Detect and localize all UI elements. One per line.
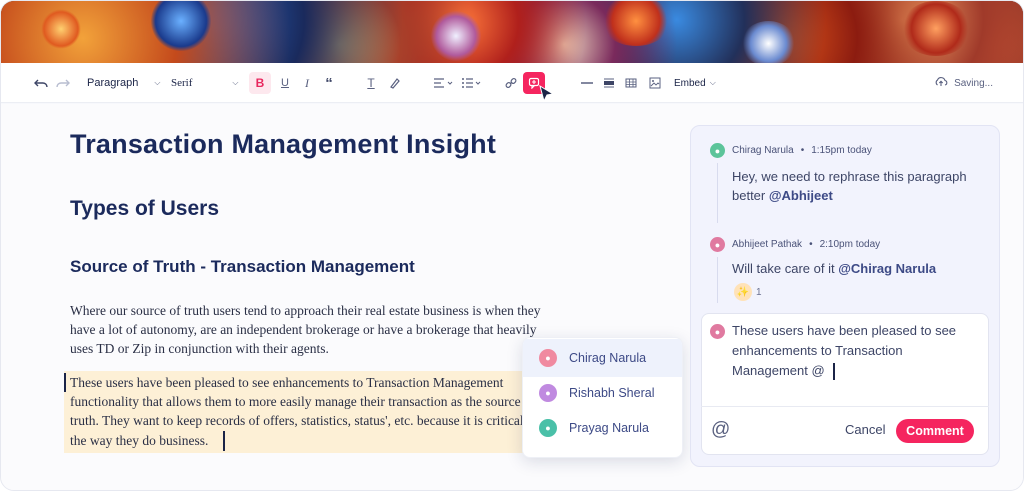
block-icon (599, 73, 619, 93)
table-button[interactable] (621, 63, 641, 103)
list-icon (457, 73, 487, 93)
pen-icon (385, 73, 405, 93)
mention-name: Chirag Narula (569, 351, 647, 365)
heading-types-of-users[interactable]: Types of Users (70, 197, 219, 221)
image-icon (645, 73, 665, 93)
divider (701, 406, 989, 407)
comment-time: 1:15pm today (811, 145, 872, 156)
text-format-icon: T (367, 76, 375, 90)
bullet-separator: • (800, 145, 805, 156)
paragraph-style-select[interactable]: Paragraph ⌵ (87, 63, 160, 103)
text-cursor (223, 431, 225, 451)
list-button[interactable] (457, 63, 487, 103)
selection-start-marker (64, 373, 66, 392)
mention-suggestions: ● Chirag Narula ● Rishabh Sheral ● Praya… (522, 337, 683, 458)
at-mention-icon[interactable]: @ (711, 419, 730, 441)
font-family-value: Serif (171, 77, 193, 89)
link-button[interactable] (501, 63, 521, 103)
mention-item-chirag[interactable]: ● Chirag Narula (523, 339, 682, 377)
redo-button[interactable] (53, 63, 73, 103)
comment-body: Hey, we need to rephrase this paragraph … (732, 167, 987, 205)
italic-button[interactable]: I (297, 63, 317, 103)
text-cursor (833, 363, 835, 380)
mention-item-rishabh[interactable]: ● Rishabh Sheral (523, 374, 682, 412)
chevron-down-icon: ⌵ (709, 78, 716, 87)
save-status: Saving... (934, 63, 993, 103)
image-button[interactable] (645, 63, 665, 103)
cover-image (1, 1, 1023, 63)
thread-line (717, 257, 718, 303)
comment-text: Will take care of it (732, 261, 839, 276)
mouse-cursor-icon (539, 85, 555, 103)
font-family-select[interactable]: Serif ⌵ (171, 63, 238, 103)
thread-line (717, 163, 718, 223)
mention-tag[interactable]: @Chirag Narula (838, 261, 936, 276)
avatar: ● (539, 384, 557, 402)
bullet-separator: • (809, 239, 813, 250)
block-button[interactable] (599, 63, 619, 103)
horizontal-rule-icon (577, 73, 597, 93)
align-button[interactable] (429, 63, 459, 103)
underline-icon: U (281, 77, 289, 89)
align-left-icon (429, 73, 459, 93)
comment-header: ● Abhijeet Pathak • 2:10pm today (710, 237, 880, 252)
bold-icon: B (249, 72, 271, 94)
formatting-toolbar: Paragraph ⌵ Serif ⌵ B U I “ T Embed ⌵ (1, 63, 1023, 103)
heading-source-of-truth[interactable]: Source of Truth - Transaction Management (70, 257, 415, 277)
undo-icon (31, 73, 51, 93)
reply-input[interactable]: These users have been pleased to see enh… (732, 321, 982, 381)
paragraph-style-value: Paragraph (87, 77, 139, 89)
editor-window: Paragraph ⌵ Serif ⌵ B U I “ T Embed ⌵ Sa… (0, 0, 1024, 491)
reaction-badge[interactable]: ✨ 1 (734, 283, 762, 301)
embed-label: Embed (674, 77, 706, 89)
mention-name: Prayag Narula (569, 421, 649, 435)
mention-item-prayag[interactable]: ● Prayag Narula (523, 409, 682, 447)
avatar: ● (710, 143, 725, 158)
chevron-down-icon: ⌵ (232, 78, 239, 87)
comment-button[interactable]: Comment (896, 419, 974, 443)
table-icon (621, 73, 641, 93)
redo-icon (53, 73, 73, 93)
avatar: ● (539, 419, 557, 437)
avatar: ● (539, 349, 557, 367)
mention-name: Rishabh Sheral (569, 386, 655, 400)
text-format-button[interactable]: T (361, 63, 381, 103)
comment-time: 2:10pm today (819, 239, 881, 250)
divider-button[interactable] (577, 63, 597, 103)
raised-hands-icon: ✨ (734, 283, 752, 301)
comment-body: Will take care of it @Chirag Narula (732, 259, 987, 278)
comment-author: Abhijeet Pathak (732, 239, 803, 250)
underline-button[interactable]: U (275, 63, 295, 103)
cloud-upload-icon (934, 76, 948, 90)
highlighted-paragraph[interactable]: These users have been pleased to see enh… (70, 373, 540, 450)
quote-icon: “ (325, 74, 333, 92)
document-title[interactable]: Transaction Management Insight (70, 129, 496, 160)
avatar: ● (710, 324, 725, 339)
undo-button[interactable] (31, 63, 51, 103)
italic-icon: I (305, 75, 309, 90)
link-icon (501, 73, 521, 93)
cancel-button[interactable]: Cancel (845, 422, 885, 437)
bold-button[interactable]: B (249, 63, 271, 103)
embed-select[interactable]: Embed ⌵ (674, 63, 716, 103)
avatar: ● (710, 237, 725, 252)
saving-label: Saving... (954, 77, 993, 89)
comment-header: ● Chirag Narula • 1:15pm today (710, 143, 872, 158)
chevron-down-icon: ⌵ (154, 78, 161, 87)
mention-tag[interactable]: @Abhijeet (769, 188, 833, 203)
comment-text: Hey, we need to rephrase this paragraph … (732, 169, 967, 203)
highlight-pen-button[interactable] (385, 63, 405, 103)
quote-button[interactable]: “ (319, 63, 339, 103)
paragraph-source-of-truth[interactable]: Where our source of truth users tend to … (70, 301, 560, 359)
reaction-count: 1 (756, 286, 762, 298)
comment-author: Chirag Narula (732, 145, 794, 156)
